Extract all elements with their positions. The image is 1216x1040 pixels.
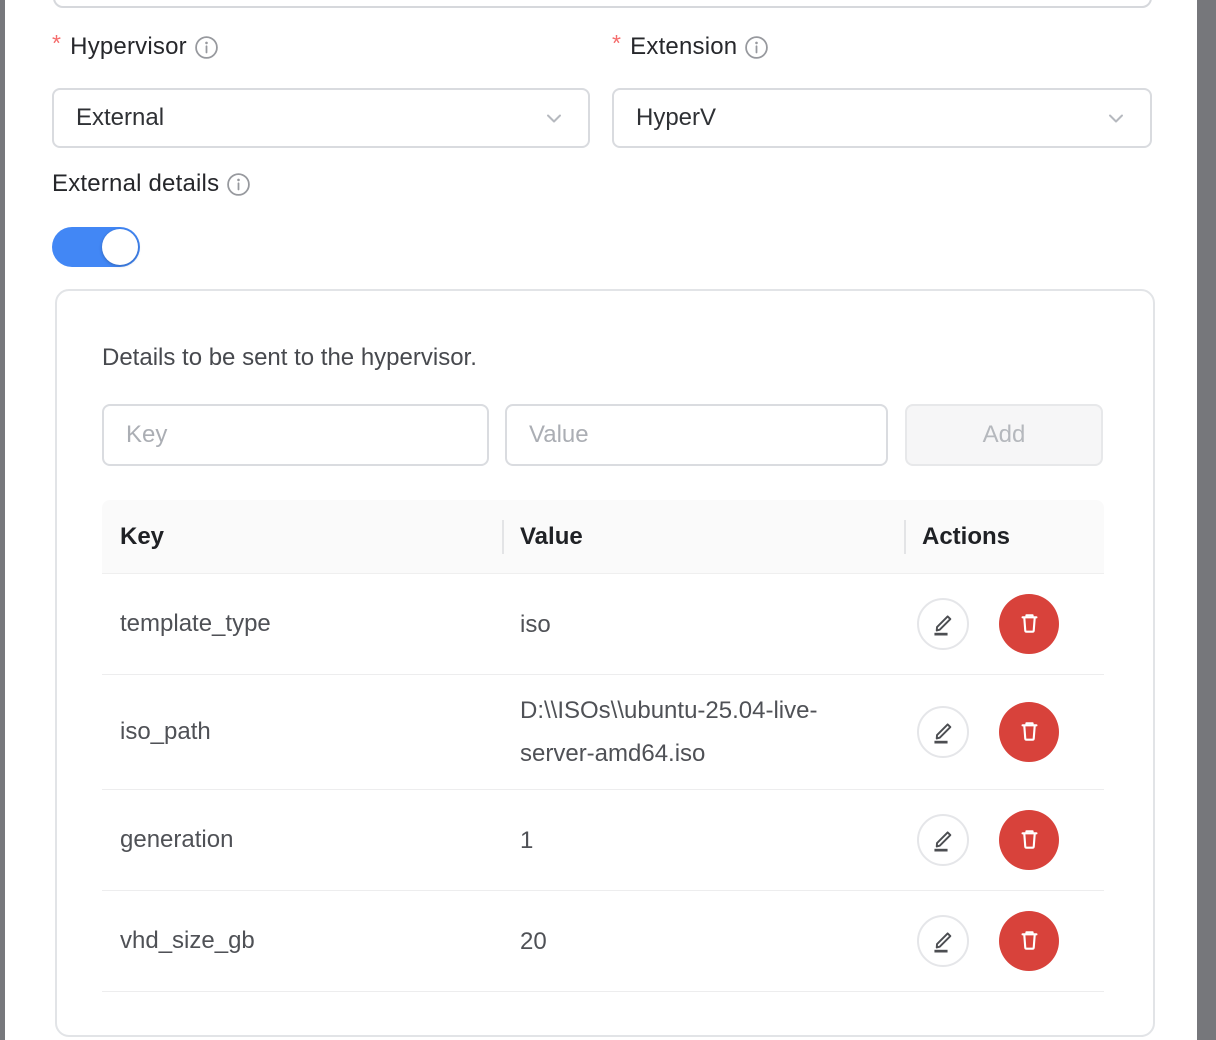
delete-button[interactable] bbox=[999, 911, 1059, 971]
table-header-row: Key Value Actions bbox=[102, 500, 1104, 574]
right-edge-bar bbox=[1197, 0, 1216, 1040]
row-value: D:\\ISOs\\ubuntu-25.04-live-server-amd64… bbox=[502, 675, 854, 789]
details-table: Key Value Actions template_type iso bbox=[102, 500, 1104, 992]
key-input[interactable] bbox=[102, 404, 489, 466]
edit-button[interactable] bbox=[917, 814, 969, 866]
info-icon[interactable] bbox=[744, 35, 769, 60]
extension-label: * Extension bbox=[612, 33, 769, 61]
edit-pencil-icon bbox=[930, 928, 957, 955]
trash-icon bbox=[1016, 827, 1043, 854]
delete-button[interactable] bbox=[999, 810, 1059, 870]
trash-icon bbox=[1016, 719, 1043, 746]
edit-pencil-icon bbox=[930, 719, 957, 746]
edit-button[interactable] bbox=[917, 706, 969, 758]
extension-select[interactable]: HyperV bbox=[612, 88, 1152, 148]
external-details-label: External details bbox=[52, 170, 251, 198]
row-value: 1 bbox=[502, 805, 854, 876]
top-field-cut-off[interactable] bbox=[53, 0, 1152, 8]
table-row: template_type iso bbox=[102, 574, 1104, 675]
row-actions bbox=[904, 810, 1104, 870]
chevron-down-icon bbox=[542, 106, 566, 130]
table-row: iso_path D:\\ISOs\\ubuntu-25.04-live-ser… bbox=[102, 675, 1104, 790]
trash-icon bbox=[1016, 611, 1043, 638]
header-key: Key bbox=[102, 500, 502, 573]
required-asterisk: * bbox=[52, 30, 61, 57]
chevron-down-icon bbox=[1104, 106, 1128, 130]
toggle-knob bbox=[102, 229, 138, 265]
edit-button[interactable] bbox=[917, 598, 969, 650]
row-actions bbox=[904, 594, 1104, 654]
hypervisor-select-value: External bbox=[76, 104, 164, 132]
edit-pencil-icon bbox=[930, 611, 957, 638]
table-row: generation 1 bbox=[102, 790, 1104, 891]
left-edge-bar bbox=[0, 0, 5, 1040]
row-key: template_type bbox=[102, 610, 502, 638]
panel-description: Details to be sent to the hypervisor. bbox=[102, 344, 477, 372]
row-actions bbox=[904, 911, 1104, 971]
header-actions: Actions bbox=[904, 500, 1104, 573]
edit-button[interactable] bbox=[917, 915, 969, 967]
hypervisor-label: * Hypervisor bbox=[52, 33, 219, 61]
info-icon[interactable] bbox=[194, 35, 219, 60]
row-key: vhd_size_gb bbox=[102, 927, 502, 955]
extension-label-text: Extension bbox=[630, 33, 737, 61]
delete-button[interactable] bbox=[999, 702, 1059, 762]
hypervisor-select[interactable]: External bbox=[52, 88, 590, 148]
required-asterisk: * bbox=[612, 30, 621, 57]
row-value: 20 bbox=[502, 906, 854, 977]
hypervisor-label-text: Hypervisor bbox=[70, 33, 187, 61]
external-details-panel: Details to be sent to the hypervisor. Ad… bbox=[55, 289, 1155, 1037]
trash-icon bbox=[1016, 928, 1043, 955]
edit-pencil-icon bbox=[930, 827, 957, 854]
row-actions bbox=[904, 702, 1104, 762]
delete-button[interactable] bbox=[999, 594, 1059, 654]
value-input[interactable] bbox=[505, 404, 888, 466]
extension-select-value: HyperV bbox=[636, 104, 716, 132]
row-key: iso_path bbox=[102, 718, 502, 746]
table-row: vhd_size_gb 20 bbox=[102, 891, 1104, 992]
row-value: iso bbox=[502, 589, 854, 660]
add-button[interactable]: Add bbox=[905, 404, 1103, 466]
external-details-toggle[interactable] bbox=[52, 227, 140, 267]
header-value: Value bbox=[502, 500, 904, 573]
info-icon[interactable] bbox=[226, 172, 251, 197]
row-key: generation bbox=[102, 826, 502, 854]
external-details-label-text: External details bbox=[52, 170, 219, 198]
